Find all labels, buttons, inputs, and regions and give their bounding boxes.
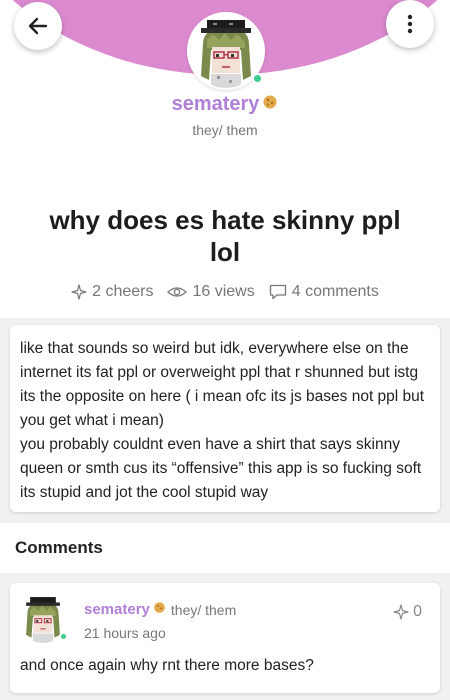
more-vertical-icon xyxy=(407,14,413,34)
comment-cheer-button[interactable]: 0 xyxy=(393,603,422,621)
comments-count: 4 comments xyxy=(291,283,379,300)
author-name-row[interactable]: sematery xyxy=(0,93,450,116)
sparkle-icon xyxy=(393,604,409,620)
comments-heading: Comments xyxy=(15,538,103,557)
comment-icon xyxy=(269,284,286,300)
eye-icon xyxy=(167,287,188,297)
arrow-left-icon xyxy=(28,17,48,35)
cookie-badge-icon xyxy=(262,93,278,116)
comment-author-name[interactable]: sematery xyxy=(84,601,150,618)
post-stats: 2 cheers 16 views 4 comments xyxy=(0,283,450,301)
comment-item: sematery they/ them 21 hours ago 0 and o… xyxy=(10,583,440,693)
comment-text: and once again why rnt there more bases? xyxy=(20,657,314,674)
more-options-button[interactable] xyxy=(386,0,434,48)
back-button[interactable] xyxy=(14,2,62,50)
comments-header: Comments xyxy=(0,523,450,573)
comment-author-line: sematery they/ them xyxy=(84,601,236,618)
post-body-card: like that sounds so weird but idk, every… xyxy=(10,325,440,512)
online-status-dot xyxy=(59,632,68,641)
views-count: 16 views xyxy=(192,283,255,300)
views-stat: 16 views xyxy=(167,283,255,301)
post-header: sematery they/ them why does es hate ski… xyxy=(0,0,450,318)
author-avatar[interactable] xyxy=(187,12,265,90)
comment-author-avatar[interactable] xyxy=(18,593,68,643)
comment-author-pronouns: they/ them xyxy=(170,601,237,618)
post-body: like that sounds so weird but idk, every… xyxy=(20,340,425,501)
cheers-stat[interactable]: 2 cheers xyxy=(71,283,153,301)
sparkle-icon xyxy=(71,284,87,300)
cookie-badge-icon xyxy=(153,601,166,618)
comments-stat[interactable]: 4 comments xyxy=(269,283,379,301)
post-title: why does es hate skinny ppl lol xyxy=(49,205,401,267)
cheers-count: 2 cheers xyxy=(92,283,154,300)
author-pronouns: they/ them xyxy=(192,122,258,138)
comment-cheer-count: 0 xyxy=(413,603,422,620)
comment-timestamp: 21 hours ago xyxy=(84,625,166,641)
online-status-dot xyxy=(252,73,263,84)
author-name[interactable]: sematery xyxy=(172,93,260,115)
